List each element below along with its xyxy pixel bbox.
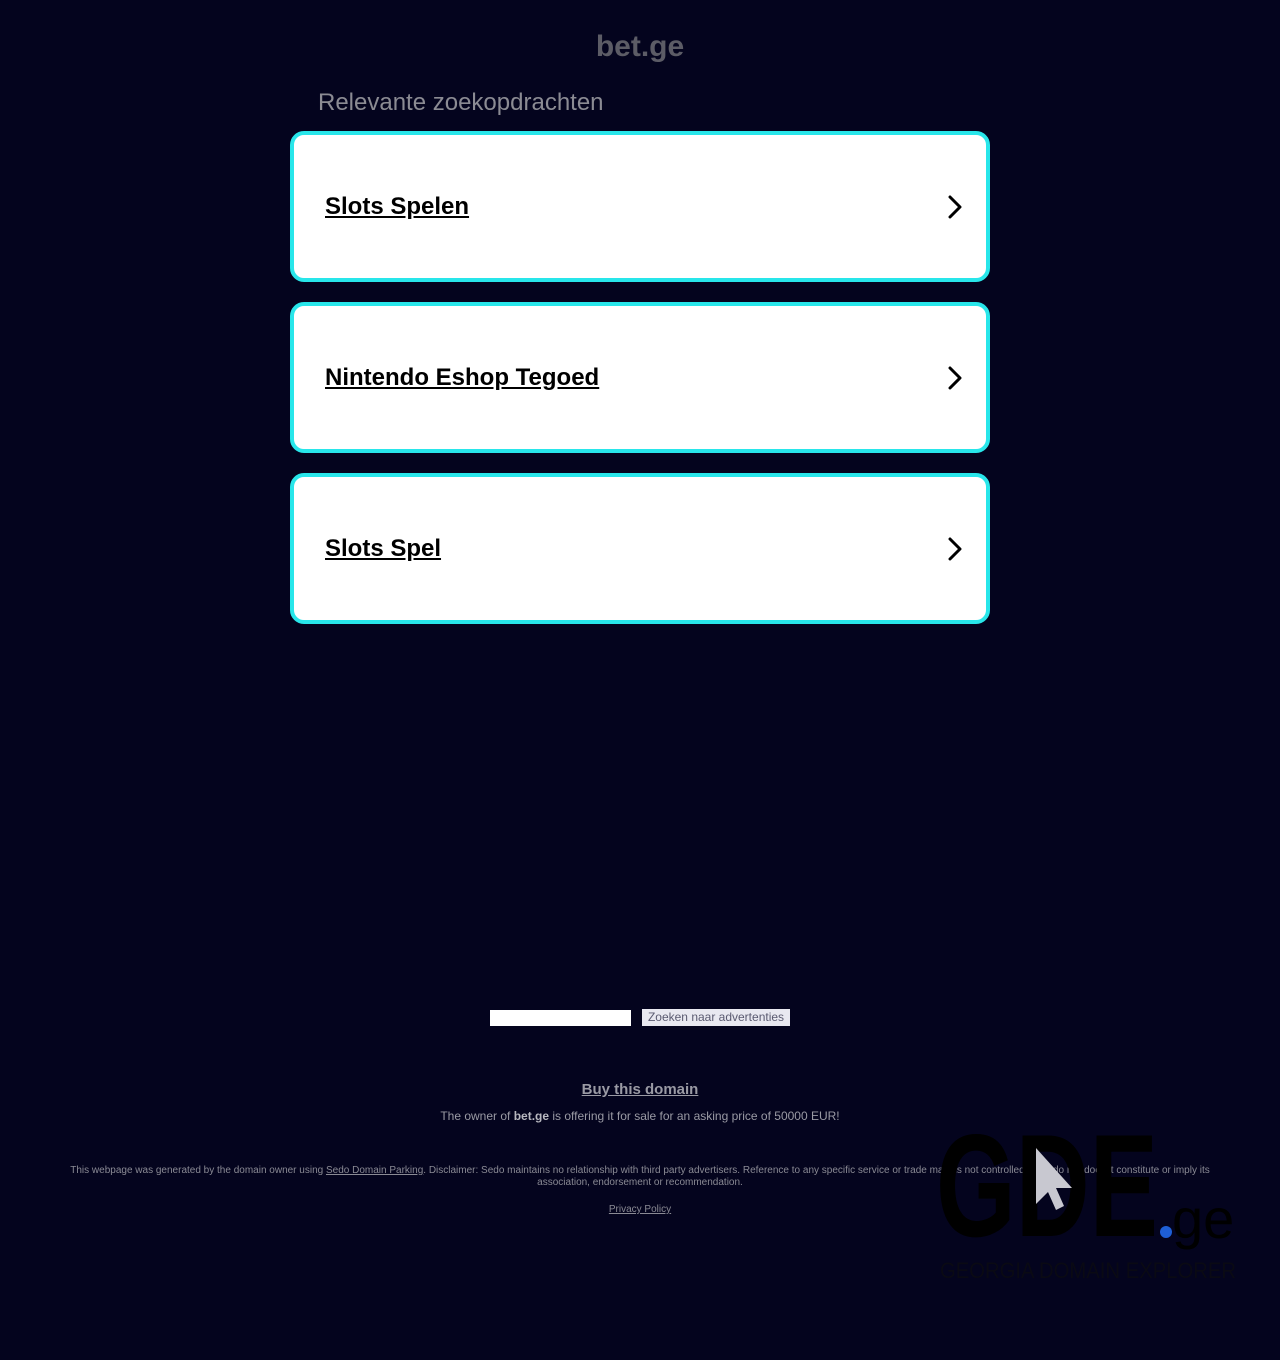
ad-link-label[interactable]: Slots Spelen — [325, 193, 469, 221]
buy-domain-link[interactable]: Buy this domain — [0, 1081, 1280, 1098]
ad-link-label[interactable]: Slots Spel — [325, 535, 441, 563]
gde-watermark-logo: GDE ge GEORGIA DOMAIN EXPLORER — [936, 1112, 1236, 1283]
sale-domain: bet.ge — [513, 1109, 550, 1123]
chevron-right-icon — [948, 194, 968, 220]
logo-tagline: GEORGIA DOMAIN EXPLORER — [940, 1258, 1236, 1283]
sedo-parking-link[interactable]: Sedo Domain Parking — [326, 1165, 423, 1176]
sale-prefix: The owner of — [440, 1109, 514, 1123]
disclaimer-prefix: This webpage was generated by the domain… — [70, 1165, 326, 1176]
gde-logo-letters: GDE — [936, 1112, 1158, 1267]
chevron-right-icon — [948, 365, 968, 391]
domain-title: bet.ge — [595, 30, 685, 63]
related-searches-heading: Relevante zoekopdrachten — [318, 89, 604, 116]
logo-tld: ge — [1172, 1187, 1234, 1250]
chevron-right-icon — [948, 536, 968, 562]
ad-search-input[interactable] — [490, 1010, 631, 1026]
ad-search-button[interactable]: Zoeken naar advertenties — [642, 1009, 790, 1026]
ad-link-nintendo-eshop-tegoed[interactable]: Nintendo Eshop Tegoed — [290, 302, 990, 453]
ad-link-slots-spelen[interactable]: Slots Spelen — [290, 131, 990, 282]
sale-suffix: is offering it for sale for an asking pr… — [549, 1109, 840, 1123]
ad-link-label[interactable]: Nintendo Eshop Tegoed — [325, 364, 599, 392]
ad-link-slots-spel[interactable]: Slots Spel — [290, 473, 990, 624]
logo-dot — [1160, 1226, 1172, 1238]
